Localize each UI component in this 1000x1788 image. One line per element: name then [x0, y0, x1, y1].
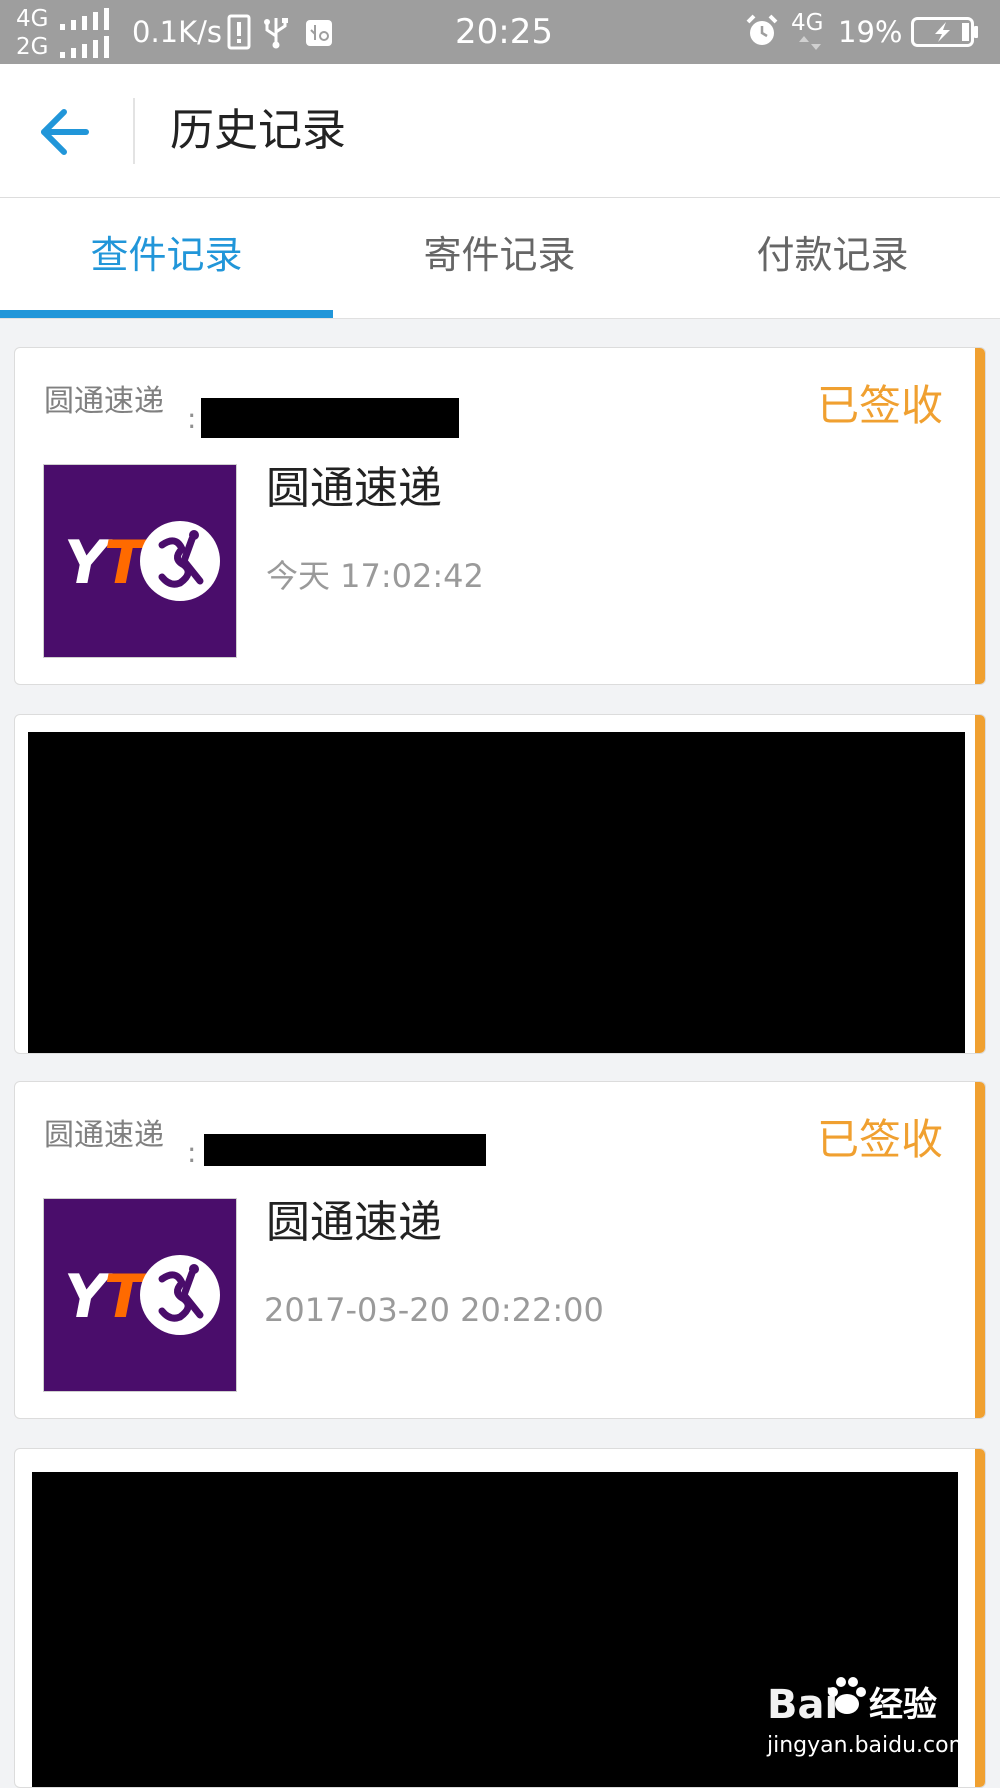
tab-query-records[interactable]: 查件记录 [0, 198, 333, 319]
status-badge: 已签收 [816, 381, 943, 430]
title-divider [133, 98, 135, 164]
network-speed: 0.1K/s [132, 15, 223, 49]
alarm-icon [746, 14, 778, 45]
record-timestamp: 今天 17:02:42 [266, 557, 484, 595]
baidu-jingyan-watermark: Bai 经验 jingyan.baidu.com [765, 1668, 970, 1768]
network-type-label: 4G [16, 6, 49, 32]
card-accent-bar [975, 348, 985, 684]
card-accent-bar [975, 1449, 985, 1787]
usb-icon [264, 18, 288, 49]
card-accent-bar [975, 1082, 985, 1418]
warning-icon [227, 14, 251, 50]
watermark-cn: 经验 [869, 1685, 937, 1725]
cellular-signals: 4G 2G [16, 4, 116, 60]
redacted-content [28, 732, 965, 1053]
redacted-tracking-number [201, 398, 459, 438]
cellular-signal-row-1: 4G [16, 6, 116, 34]
card-accent-bar [975, 715, 985, 1053]
carrier-name: 圆通速递 [266, 1197, 442, 1248]
yto-logo: Y T [43, 464, 237, 658]
label-colon: : [187, 1136, 197, 1169]
record-timestamp: 2017-03-20 20:22:00 [264, 1291, 604, 1329]
yto-logo: Y T [43, 1198, 237, 1392]
data-activity-icon [799, 36, 821, 50]
label-colon: : [187, 402, 197, 435]
back-arrow-icon[interactable] [36, 102, 100, 162]
signal-bars-icon [60, 8, 120, 30]
carrier-label: 圆通速递 [44, 384, 164, 419]
cellular-signal-row-2: 2G [16, 34, 116, 62]
record-card-redacted[interactable] [14, 714, 986, 1054]
network-type-label: 2G [16, 34, 49, 60]
carrier-name: 圆通速递 [266, 463, 442, 514]
watermark-url: jingyan.baidu.com [767, 1733, 971, 1758]
page-title: 历史记录 [170, 105, 346, 156]
battery-charging-icon [911, 17, 978, 47]
record-tabs: 查件记录 寄件记录 付款记录 [0, 198, 1000, 319]
signal-bars-icon [60, 36, 120, 58]
network-type-label: 4G [791, 10, 824, 36]
usb-debug-icon [306, 20, 332, 46]
record-card[interactable]: 圆通速递 : 已签收 Y T 圆通速递 2017-03-20 20:22:00 [14, 1081, 986, 1419]
title-bar: 历史记录 [0, 64, 1000, 198]
carrier-label: 圆通速递 [44, 1118, 164, 1153]
status-bar: 4G 2G 0.1K/s 20:25 4G 19% [0, 0, 1000, 64]
battery-percentage: 19% [838, 15, 903, 49]
active-tab-indicator [0, 310, 333, 318]
yto-logo-icon: Y T [64, 1255, 220, 1335]
clock: 20:25 [455, 12, 553, 52]
tab-payment-records[interactable]: 付款记录 [666, 198, 999, 319]
yto-logo-icon: Y T [64, 521, 220, 601]
watermark-brand: Bai [767, 1682, 839, 1728]
record-card[interactable]: 圆通速递 : 已签收 Y T 圆通速递 今天 17:02:42 [14, 347, 986, 685]
redacted-tracking-number [204, 1134, 486, 1166]
tab-send-records[interactable]: 寄件记录 [333, 198, 666, 319]
status-badge: 已签收 [816, 1115, 943, 1164]
